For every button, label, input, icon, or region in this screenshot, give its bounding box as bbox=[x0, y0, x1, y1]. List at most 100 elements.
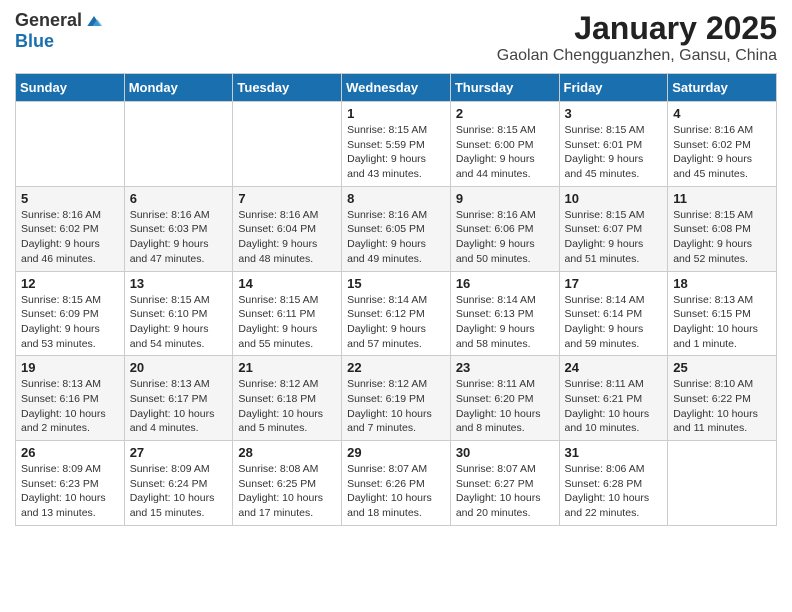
calendar-week-row: 12Sunrise: 8:15 AM Sunset: 6:09 PM Dayli… bbox=[16, 271, 777, 356]
logo-general-text: General bbox=[15, 10, 82, 31]
calendar-cell: 28 Sunrise: 8:08 AM Sunset: 6:25 PM Dayli… bbox=[233, 441, 342, 526]
day-number: 17 bbox=[565, 276, 663, 291]
calendar-header-row: SundayMondayTuesdayWednesdayThursdayFrid… bbox=[16, 74, 777, 102]
day-number: 26 bbox=[21, 445, 119, 460]
day-info: Sunrise: 8:15 AM Sunset: 6:10 PM Dayligh… bbox=[130, 293, 228, 352]
calendar-cell: 15 Sunrise: 8:14 AM Sunset: 6:12 PM Dayli… bbox=[342, 271, 451, 356]
logo-icon bbox=[84, 11, 104, 31]
day-number: 15 bbox=[347, 276, 445, 291]
day-info: Sunrise: 8:15 AM Sunset: 6:07 PM Dayligh… bbox=[565, 208, 663, 267]
day-number: 5 bbox=[21, 191, 119, 206]
day-info: Sunrise: 8:16 AM Sunset: 6:03 PM Dayligh… bbox=[130, 208, 228, 267]
day-number: 24 bbox=[565, 360, 663, 375]
day-info: Sunrise: 8:12 AM Sunset: 6:18 PM Dayligh… bbox=[238, 377, 336, 436]
calendar-cell bbox=[668, 441, 777, 526]
day-number: 6 bbox=[130, 191, 228, 206]
day-number: 19 bbox=[21, 360, 119, 375]
calendar-cell: 30 Sunrise: 8:07 AM Sunset: 6:27 PM Dayli… bbox=[450, 441, 559, 526]
day-number: 31 bbox=[565, 445, 663, 460]
day-info: Sunrise: 8:14 AM Sunset: 6:12 PM Dayligh… bbox=[347, 293, 445, 352]
day-info: Sunrise: 8:15 AM Sunset: 6:01 PM Dayligh… bbox=[565, 123, 663, 182]
title-section: January 2025 Gaolan Chengguanzhen, Gansu… bbox=[497, 10, 777, 65]
day-number: 12 bbox=[21, 276, 119, 291]
day-number: 29 bbox=[347, 445, 445, 460]
day-info: Sunrise: 8:15 AM Sunset: 6:00 PM Dayligh… bbox=[456, 123, 554, 182]
calendar-cell: 31 Sunrise: 8:06 AM Sunset: 6:28 PM Dayli… bbox=[559, 441, 668, 526]
day-info: Sunrise: 8:13 AM Sunset: 6:17 PM Dayligh… bbox=[130, 377, 228, 436]
calendar-cell: 24 Sunrise: 8:11 AM Sunset: 6:21 PM Dayli… bbox=[559, 356, 668, 441]
calendar-cell: 10 Sunrise: 8:15 AM Sunset: 6:07 PM Dayli… bbox=[559, 186, 668, 271]
calendar-cell: 6 Sunrise: 8:16 AM Sunset: 6:03 PM Daylig… bbox=[124, 186, 233, 271]
day-number: 30 bbox=[456, 445, 554, 460]
day-info: Sunrise: 8:12 AM Sunset: 6:19 PM Dayligh… bbox=[347, 377, 445, 436]
calendar-cell: 17Sunrise: 8:14 AM Sunset: 6:14 PM Dayli… bbox=[559, 271, 668, 356]
day-info: Sunrise: 8:16 AM Sunset: 6:02 PM Dayligh… bbox=[673, 123, 771, 182]
day-number: 2 bbox=[456, 106, 554, 121]
day-number: 28 bbox=[238, 445, 336, 460]
day-info: Sunrise: 8:09 AM Sunset: 6:24 PM Dayligh… bbox=[130, 462, 228, 521]
day-of-week-header: Tuesday bbox=[233, 74, 342, 102]
day-info: Sunrise: 8:16 AM Sunset: 6:06 PM Dayligh… bbox=[456, 208, 554, 267]
day-info: Sunrise: 8:11 AM Sunset: 6:21 PM Dayligh… bbox=[565, 377, 663, 436]
day-info: Sunrise: 8:13 AM Sunset: 6:16 PM Dayligh… bbox=[21, 377, 119, 436]
calendar-week-row: 26 Sunrise: 8:09 AM Sunset: 6:23 PM Dayli… bbox=[16, 441, 777, 526]
calendar-cell: 25 Sunrise: 8:10 AM Sunset: 6:22 PM Dayli… bbox=[668, 356, 777, 441]
day-number: 4 bbox=[673, 106, 771, 121]
day-info: Sunrise: 8:10 AM Sunset: 6:22 PM Dayligh… bbox=[673, 377, 771, 436]
calendar-cell bbox=[16, 102, 125, 187]
month-title: January 2025 bbox=[497, 10, 777, 47]
day-info: Sunrise: 8:16 AM Sunset: 6:04 PM Dayligh… bbox=[238, 208, 336, 267]
calendar-cell: 11 Sunrise: 8:15 AM Sunset: 6:08 PM Dayli… bbox=[668, 186, 777, 271]
calendar-cell: 2 Sunrise: 8:15 AM Sunset: 6:00 PM Daylig… bbox=[450, 102, 559, 187]
calendar-cell: 20 Sunrise: 8:13 AM Sunset: 6:17 PM Dayli… bbox=[124, 356, 233, 441]
location-title: Gaolan Chengguanzhen, Gansu, China bbox=[497, 47, 777, 65]
calendar-cell: 5Sunrise: 8:16 AM Sunset: 6:02 PM Daylig… bbox=[16, 186, 125, 271]
day-of-week-header: Sunday bbox=[16, 74, 125, 102]
calendar-cell: 23Sunrise: 8:11 AM Sunset: 6:20 PM Dayli… bbox=[450, 356, 559, 441]
calendar-cell: 9Sunrise: 8:16 AM Sunset: 6:06 PM Daylig… bbox=[450, 186, 559, 271]
day-info: Sunrise: 8:07 AM Sunset: 6:26 PM Dayligh… bbox=[347, 462, 445, 521]
day-number: 18 bbox=[673, 276, 771, 291]
day-info: Sunrise: 8:15 AM Sunset: 6:11 PM Dayligh… bbox=[238, 293, 336, 352]
day-of-week-header: Friday bbox=[559, 74, 668, 102]
calendar-cell: 14 Sunrise: 8:15 AM Sunset: 6:11 PM Dayli… bbox=[233, 271, 342, 356]
calendar-cell bbox=[124, 102, 233, 187]
calendar-cell: 3 Sunrise: 8:15 AM Sunset: 6:01 PM Daylig… bbox=[559, 102, 668, 187]
day-number: 14 bbox=[238, 276, 336, 291]
calendar-cell: 29 Sunrise: 8:07 AM Sunset: 6:26 PM Dayli… bbox=[342, 441, 451, 526]
calendar-week-row: 1 Sunrise: 8:15 AM Sunset: 5:59 PM Daylig… bbox=[16, 102, 777, 187]
logo: General Blue bbox=[15, 10, 104, 52]
calendar-cell: 13 Sunrise: 8:15 AM Sunset: 6:10 PM Dayli… bbox=[124, 271, 233, 356]
calendar-cell: 4 Sunrise: 8:16 AM Sunset: 6:02 PM Daylig… bbox=[668, 102, 777, 187]
logo-blue-text: Blue bbox=[15, 31, 54, 52]
day-of-week-header: Wednesday bbox=[342, 74, 451, 102]
calendar-cell: 8Sunrise: 8:16 AM Sunset: 6:05 PM Daylig… bbox=[342, 186, 451, 271]
day-number: 27 bbox=[130, 445, 228, 460]
day-number: 20 bbox=[130, 360, 228, 375]
day-info: Sunrise: 8:15 AM Sunset: 6:08 PM Dayligh… bbox=[673, 208, 771, 267]
day-number: 25 bbox=[673, 360, 771, 375]
day-number: 23 bbox=[456, 360, 554, 375]
calendar-week-row: 19 Sunrise: 8:13 AM Sunset: 6:16 PM Dayli… bbox=[16, 356, 777, 441]
day-number: 3 bbox=[565, 106, 663, 121]
day-of-week-header: Saturday bbox=[668, 74, 777, 102]
day-number: 1 bbox=[347, 106, 445, 121]
day-of-week-header: Monday bbox=[124, 74, 233, 102]
calendar-cell: 26 Sunrise: 8:09 AM Sunset: 6:23 PM Dayli… bbox=[16, 441, 125, 526]
day-info: Sunrise: 8:08 AM Sunset: 6:25 PM Dayligh… bbox=[238, 462, 336, 521]
day-info: Sunrise: 8:09 AM Sunset: 6:23 PM Dayligh… bbox=[21, 462, 119, 521]
day-number: 11 bbox=[673, 191, 771, 206]
calendar-cell: 1 Sunrise: 8:15 AM Sunset: 5:59 PM Daylig… bbox=[342, 102, 451, 187]
day-number: 16 bbox=[456, 276, 554, 291]
day-info: Sunrise: 8:16 AM Sunset: 6:05 PM Dayligh… bbox=[347, 208, 445, 267]
calendar-cell: 12Sunrise: 8:15 AM Sunset: 6:09 PM Dayli… bbox=[16, 271, 125, 356]
calendar-cell: 7Sunrise: 8:16 AM Sunset: 6:04 PM Daylig… bbox=[233, 186, 342, 271]
day-info: Sunrise: 8:13 AM Sunset: 6:15 PM Dayligh… bbox=[673, 293, 771, 352]
calendar-table: SundayMondayTuesdayWednesdayThursdayFrid… bbox=[15, 73, 777, 526]
calendar-cell: 21Sunrise: 8:12 AM Sunset: 6:18 PM Dayli… bbox=[233, 356, 342, 441]
day-number: 13 bbox=[130, 276, 228, 291]
day-number: 10 bbox=[565, 191, 663, 206]
day-info: Sunrise: 8:07 AM Sunset: 6:27 PM Dayligh… bbox=[456, 462, 554, 521]
day-info: Sunrise: 8:15 AM Sunset: 5:59 PM Dayligh… bbox=[347, 123, 445, 182]
day-info: Sunrise: 8:06 AM Sunset: 6:28 PM Dayligh… bbox=[565, 462, 663, 521]
